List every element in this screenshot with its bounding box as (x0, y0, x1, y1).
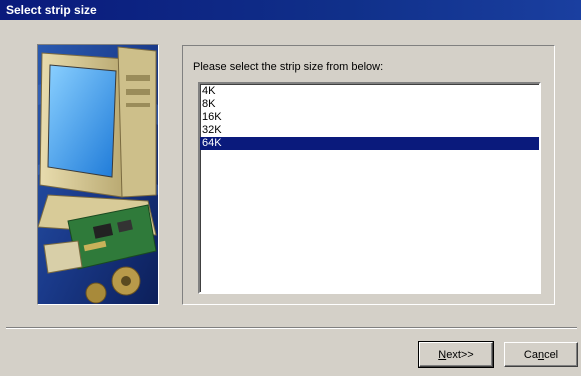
next-button[interactable]: Next>> (418, 341, 494, 368)
strip-size-option[interactable]: 4K (200, 85, 539, 98)
cancel-button[interactable]: Cancel (504, 342, 578, 367)
next-label: ext>> (446, 348, 474, 361)
window-title: Select strip size (6, 3, 97, 17)
wizard-illustration (37, 44, 159, 305)
instruction-label: Please select the strip size from below: (193, 61, 384, 73)
strip-size-option[interactable]: 16K (200, 111, 539, 124)
cancel-label-rest: cel (544, 348, 559, 361)
strip-size-option[interactable]: 8K (200, 98, 539, 111)
strip-size-option[interactable]: 32K (200, 124, 539, 137)
strip-size-option[interactable]: 64K (200, 137, 539, 150)
cancel-label-pre: Ca (523, 348, 538, 361)
wizard-window: Select strip size Please select the stri… (0, 0, 581, 376)
button-separator (6, 327, 577, 329)
strip-size-list: 4K 8K 16K 32K 64K (200, 84, 539, 150)
next-mnemonic: N (438, 348, 447, 361)
title-bar[interactable]: Select strip size (0, 0, 581, 20)
computer-illustration-icon (38, 45, 158, 304)
strip-size-listbox[interactable]: 4K 8K 16K 32K 64K (198, 82, 541, 294)
